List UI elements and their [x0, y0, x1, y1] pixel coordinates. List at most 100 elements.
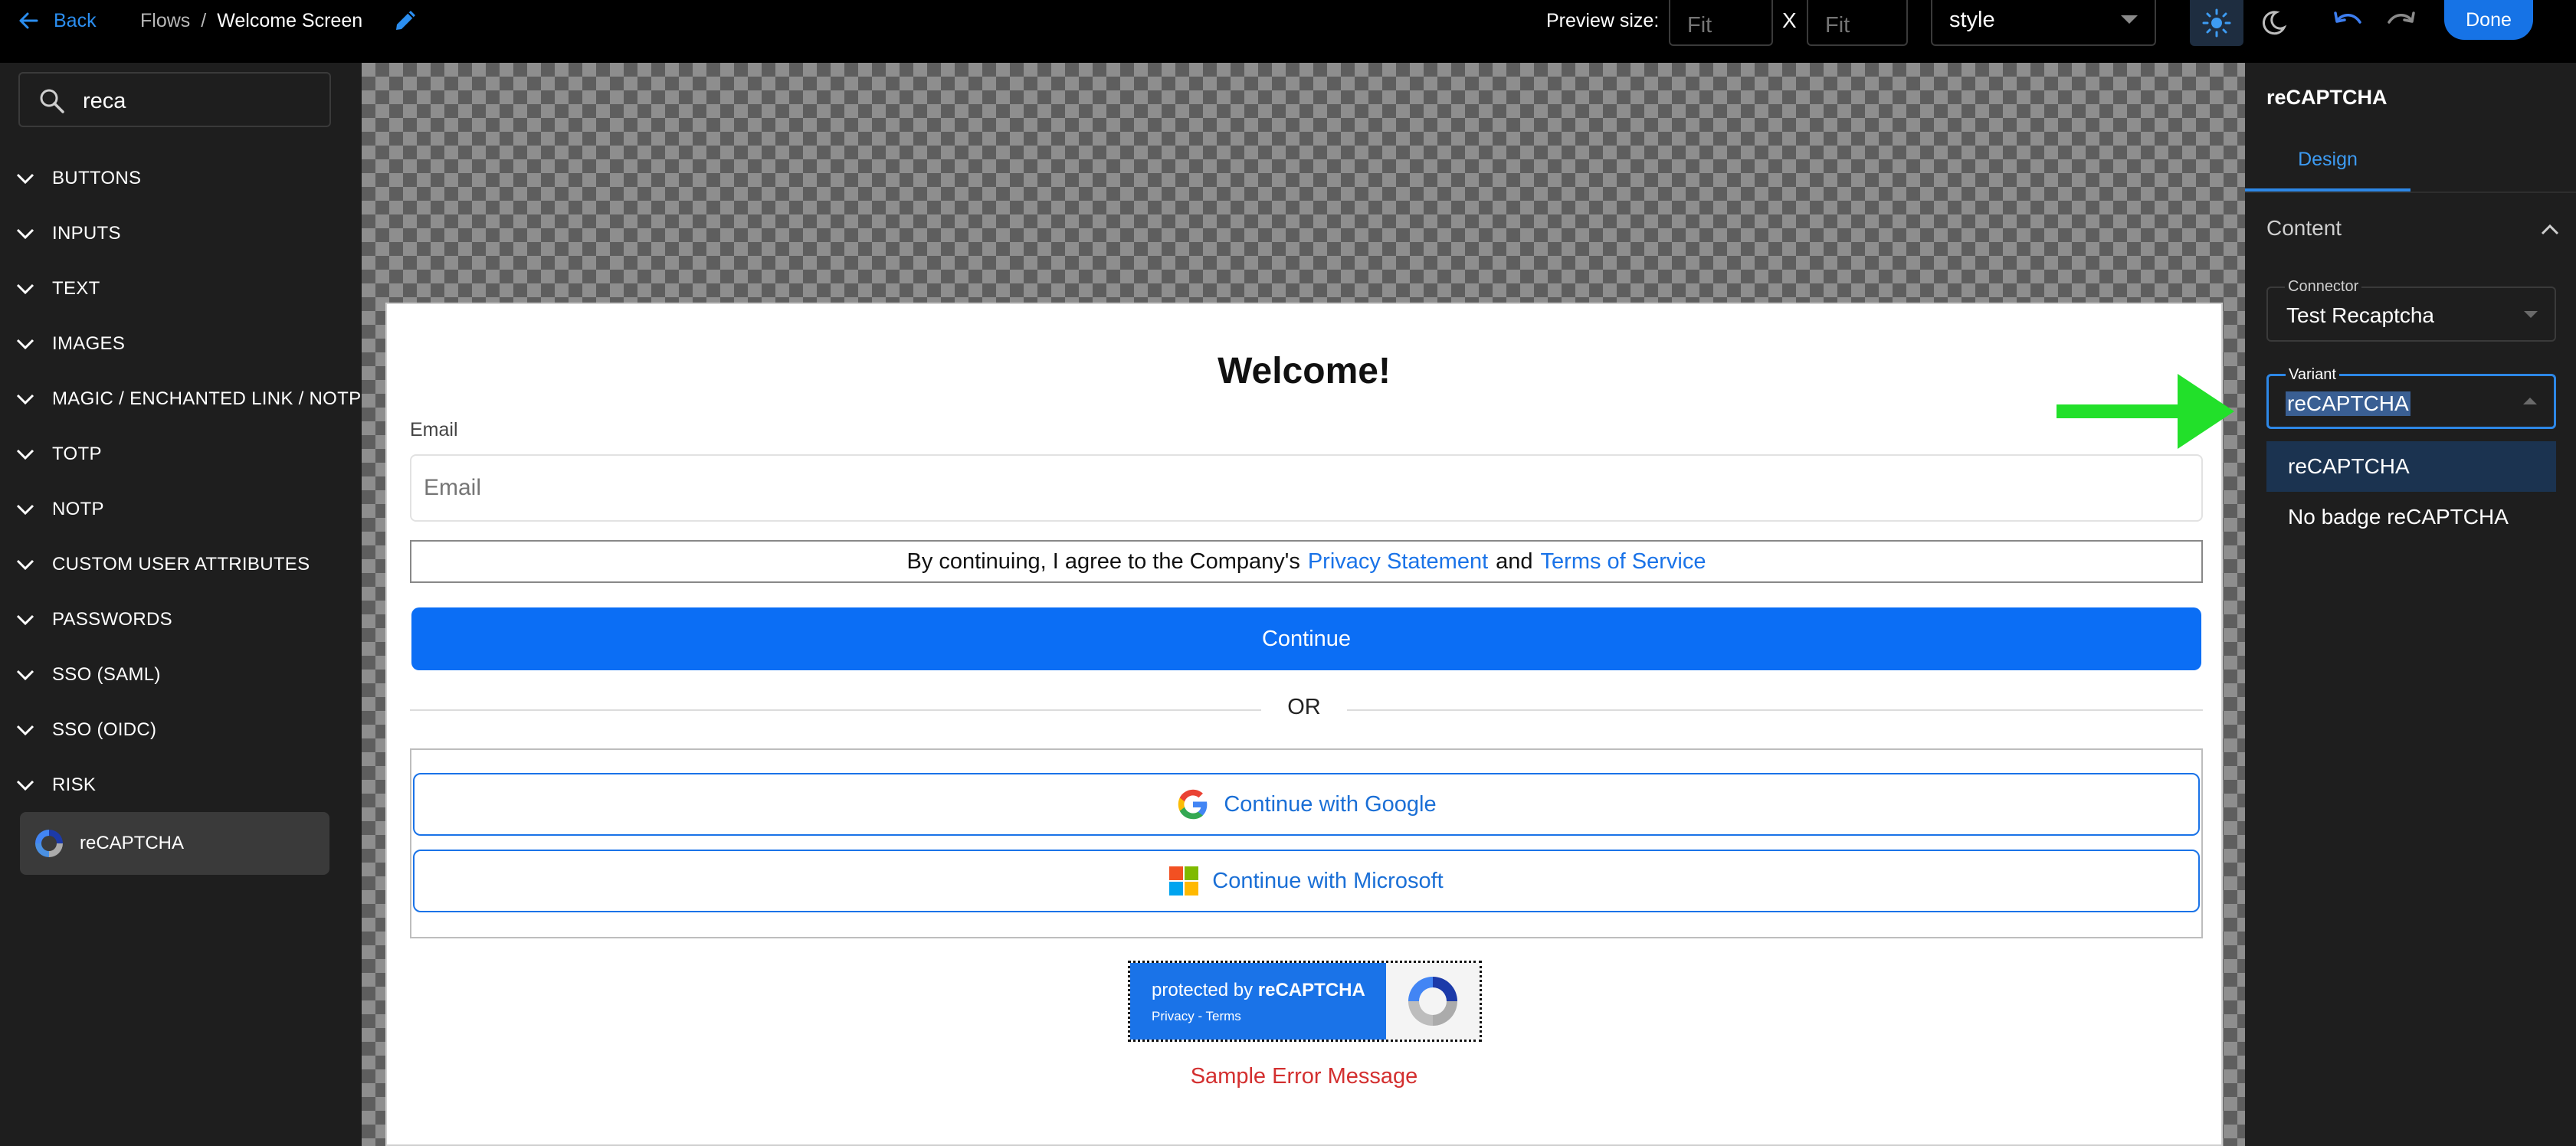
recaptcha-links[interactable]: Privacy - Terms	[1152, 1009, 1241, 1024]
style-select-value: style	[1949, 8, 1995, 32]
category-label: TOTP	[52, 444, 102, 464]
category-label: NOTP	[52, 499, 104, 519]
tab-design[interactable]: Design	[2245, 130, 2410, 192]
chevron-down-icon	[16, 559, 34, 571]
social-login-container: Continue with Google Continue with Micro…	[410, 748, 2203, 938]
connector-select[interactable]: Connector Test Recaptcha	[2266, 278, 2556, 342]
size-separator: X	[1782, 8, 1797, 32]
chevron-down-icon	[16, 670, 34, 681]
variant-select[interactable]: Variant reCAPTCHA	[2266, 366, 2556, 429]
category-label: MAGIC / ENCHANTED LINK / NOTP	[52, 388, 362, 409]
category-label: PASSWORDS	[52, 609, 172, 630]
component-label: reCAPTCHA	[80, 833, 185, 853]
back-label: Back	[54, 9, 97, 31]
category-images[interactable]: IMAGES	[0, 325, 362, 363]
app-root: { "topbar": { "back_label": "Back", "bre…	[0, 0, 2576, 1146]
or-text: OR	[1261, 695, 1347, 720]
chevron-down-icon	[16, 394, 34, 405]
style-select[interactable]: style	[1931, 0, 2156, 46]
privacy-statement-link[interactable]: Privacy Statement	[1308, 549, 1488, 575]
recaptcha-logo-area	[1386, 963, 1480, 1040]
chevron-down-icon	[16, 283, 34, 295]
chevron-down-icon	[16, 780, 34, 791]
recaptcha-badge-text: protected by reCAPTCHA Privacy - Terms	[1130, 963, 1386, 1040]
chevron-down-icon	[16, 504, 34, 516]
category-label: CUSTOM USER ATTRIBUTES	[52, 554, 310, 575]
preview-size-label: Preview size:	[1546, 9, 1660, 31]
category-label: SSO (SAML)	[52, 664, 161, 685]
chevron-up-icon	[2541, 224, 2559, 235]
collapse-section-button[interactable]	[2535, 214, 2565, 245]
chevron-down-icon	[16, 173, 34, 185]
component-search[interactable]	[18, 72, 331, 127]
breadcrumb-separator: /	[201, 9, 207, 31]
properties-panel: reCAPTCHA Design Content Connector Test …	[2245, 63, 2576, 1146]
google-icon	[1178, 789, 1208, 820]
terms-prefix: By continuing, I agree to the Company's	[906, 548, 1300, 574]
category-sso-oidc[interactable]: SSO (OIDC)	[0, 711, 362, 749]
top-bar: Back Flows / Welcome Screen Preview size…	[0, 0, 2576, 63]
edit-name-button[interactable]	[391, 5, 421, 35]
category-totp[interactable]: TOTP	[0, 435, 362, 473]
category-sso-saml[interactable]: SSO (SAML)	[0, 656, 362, 694]
category-label: SSO (OIDC)	[52, 719, 157, 740]
component-recaptcha[interactable]: reCAPTCHA	[20, 812, 329, 875]
category-inputs[interactable]: INPUTS	[0, 214, 362, 253]
preview-height-input[interactable]	[1807, 0, 1908, 46]
pencil-icon	[396, 11, 415, 30]
welcome-screen-preview: Welcome! Email By continuing, I agree to…	[385, 303, 2223, 1146]
variant-option-no-badge[interactable]: No badge reCAPTCHA	[2266, 492, 2556, 542]
category-magic-link[interactable]: MAGIC / ENCHANTED LINK / NOTP	[0, 380, 362, 418]
category-buttons[interactable]: BUTTONS	[0, 159, 362, 198]
recaptcha-logo-icon	[1408, 977, 1457, 1026]
undo-icon	[2334, 11, 2361, 24]
continue-button[interactable]: Continue	[411, 607, 2201, 670]
category-risk[interactable]: RISK	[0, 766, 362, 804]
variant-option-recaptcha[interactable]: reCAPTCHA	[2266, 441, 2556, 492]
tab-divider	[2245, 192, 2576, 193]
microsoft-login-label: Continue with Microsoft	[1212, 868, 1444, 893]
back-button[interactable]: Back	[18, 5, 97, 37]
chevron-down-icon	[16, 614, 34, 626]
search-input[interactable]	[83, 84, 313, 118]
microsoft-icon	[1169, 866, 1199, 896]
undo-button[interactable]	[2325, 0, 2371, 41]
recaptcha-prefix: protected by	[1152, 980, 1254, 1000]
chevron-down-icon	[2524, 311, 2538, 318]
moon-icon	[2262, 11, 2287, 35]
category-label: TEXT	[52, 278, 100, 299]
preview-width-input[interactable]	[1669, 0, 1773, 46]
category-notp[interactable]: NOTP	[0, 490, 362, 529]
category-passwords[interactable]: PASSWORDS	[0, 601, 362, 639]
done-button[interactable]: Done	[2444, 0, 2533, 40]
recaptcha-badge[interactable]: protected by reCAPTCHA Privacy - Terms	[1128, 961, 1482, 1042]
chevron-down-icon	[16, 339, 34, 350]
sun-icon	[2202, 8, 2231, 38]
category-custom-user-attributes[interactable]: CUSTOM USER ATTRIBUTES	[0, 545, 362, 584]
microsoft-login-button[interactable]: Continue with Microsoft	[413, 850, 2200, 912]
recaptcha-logo-icon	[35, 830, 63, 857]
components-sidebar: BUTTONS INPUTS TEXT IMAGES MAGIC / ENCHA…	[0, 63, 362, 1146]
chevron-down-icon	[16, 228, 34, 240]
terms-of-service-link[interactable]: Terms of Service	[1541, 549, 1706, 575]
connector-value: Test Recaptcha	[2286, 303, 2434, 327]
terms-text: By continuing, I agree to the Company's …	[410, 540, 2203, 583]
green-arrow-annotation	[2057, 374, 2234, 449]
category-label: BUTTONS	[52, 168, 142, 188]
google-login-button[interactable]: Continue with Google	[413, 773, 2200, 836]
light-theme-button[interactable]	[2190, 0, 2243, 46]
arrow-left-icon	[19, 12, 38, 29]
connector-label: Connector	[2285, 278, 2362, 296]
redo-button[interactable]	[2378, 0, 2424, 41]
category-text[interactable]: TEXT	[0, 270, 362, 308]
redo-icon	[2388, 11, 2415, 24]
category-label: IMAGES	[52, 333, 126, 354]
dark-theme-button[interactable]	[2247, 0, 2300, 46]
panel-title: reCAPTCHA	[2266, 86, 2388, 109]
variant-label: Variant	[2286, 366, 2339, 384]
recaptcha-brand: reCAPTCHA	[1257, 980, 1365, 1000]
breadcrumb-flows[interactable]: Flows	[140, 10, 190, 32]
google-login-label: Continue with Google	[1224, 791, 1437, 817]
error-message: Sample Error Message	[1190, 1064, 1418, 1089]
email-field[interactable]	[410, 454, 2203, 522]
